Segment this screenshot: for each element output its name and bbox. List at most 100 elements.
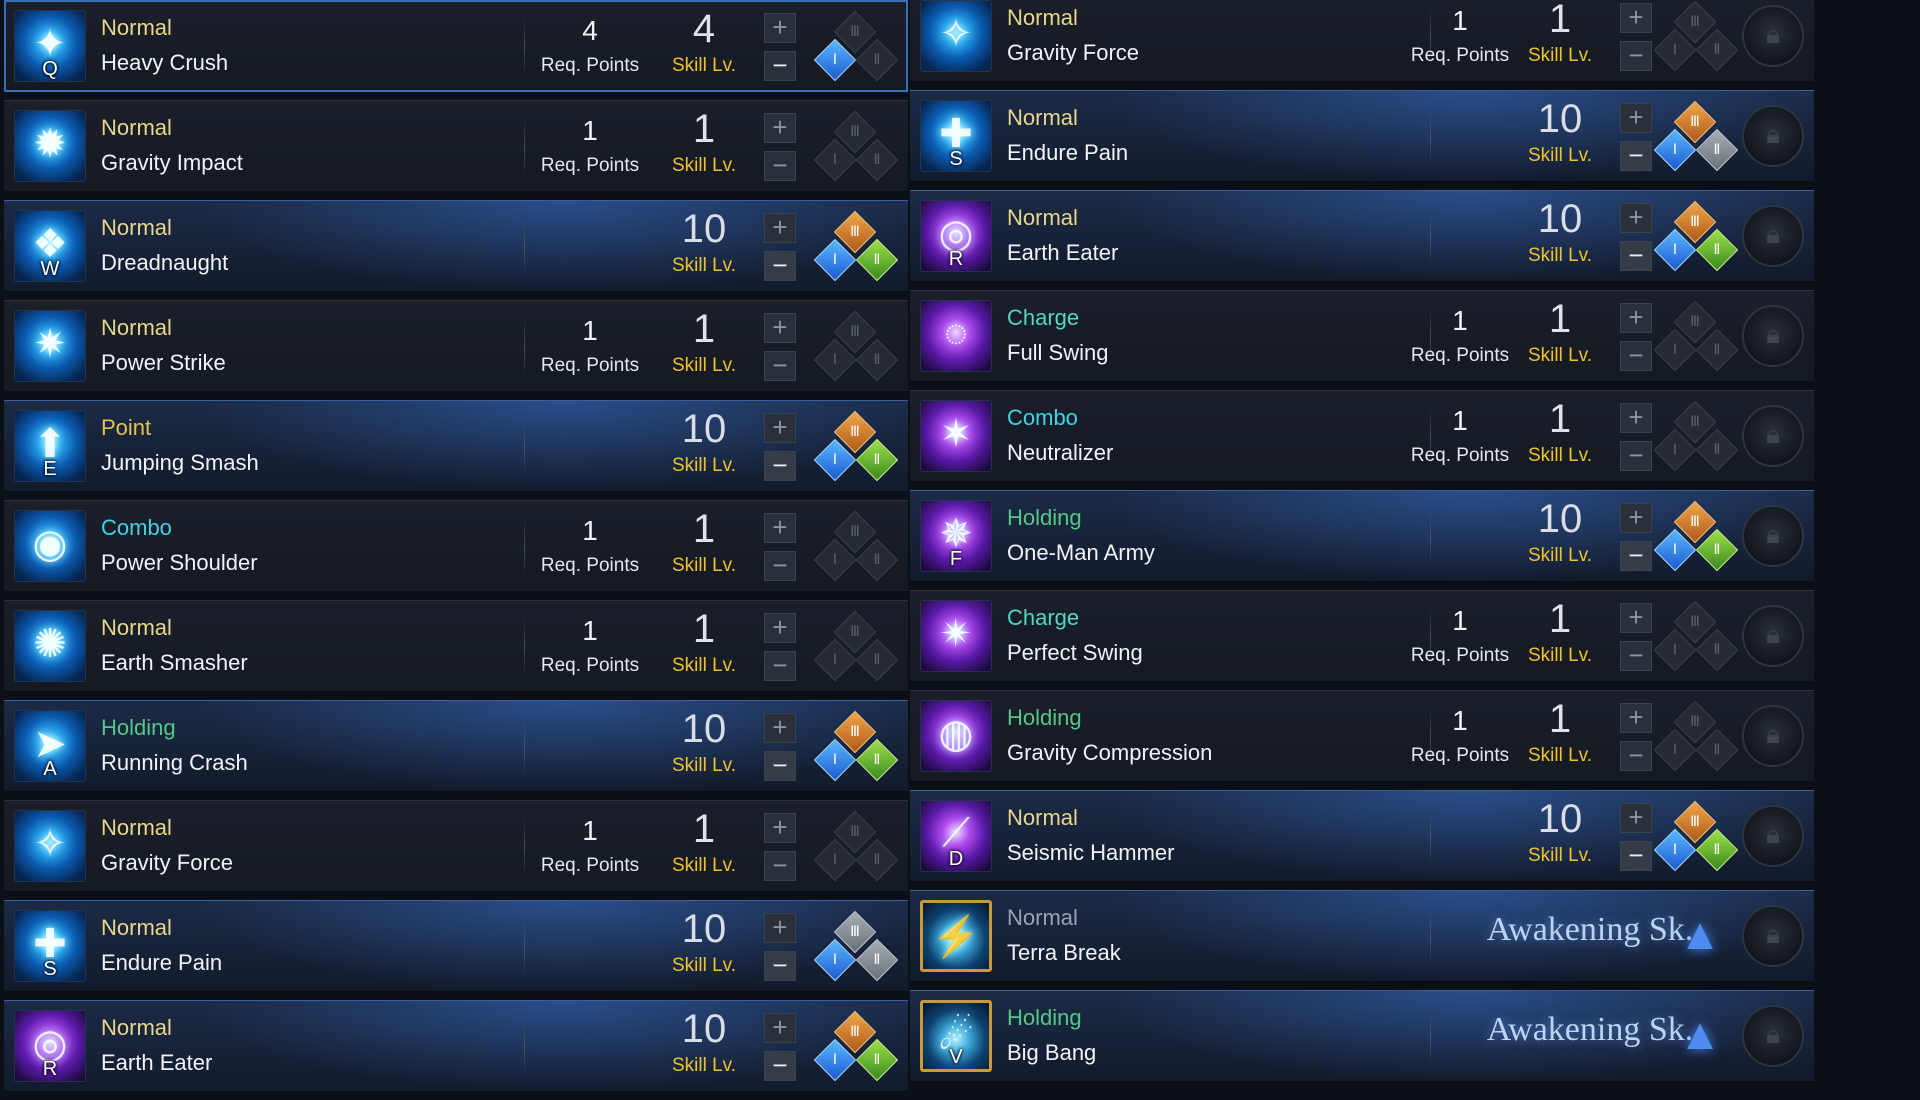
level-down-button[interactable]: −	[764, 351, 796, 381]
skill-row[interactable]: ⬆ E Point Jumping Smash 10 Skill Lv. + − …	[4, 400, 908, 492]
level-down-button[interactable]: −	[764, 651, 796, 681]
level-down-button[interactable]: −	[764, 451, 796, 481]
tripod-slots[interactable]: Ⅲ Ⅰ Ⅱ	[1650, 0, 1740, 75]
skill-row[interactable]: ➤ A Holding Running Crash 10 Skill Lv. + …	[4, 700, 908, 792]
tripod-tier2-icon[interactable]: Ⅱ	[1695, 428, 1739, 472]
level-up-button[interactable]: +	[1620, 403, 1652, 433]
level-down-button[interactable]: −	[764, 751, 796, 781]
tripod-slots[interactable]: Ⅲ Ⅰ Ⅱ	[810, 810, 900, 885]
level-down-button[interactable]: −	[1620, 241, 1652, 271]
level-down-button[interactable]: −	[764, 151, 796, 181]
level-down-button[interactable]: −	[1620, 541, 1652, 571]
level-up-button[interactable]: +	[764, 713, 796, 743]
tripod-tier2-icon[interactable]: Ⅱ	[855, 738, 899, 782]
level-up-button[interactable]: +	[764, 1013, 796, 1043]
level-up-button[interactable]: +	[764, 613, 796, 643]
level-down-button[interactable]: −	[1620, 41, 1652, 71]
level-up-button[interactable]: +	[1620, 103, 1652, 133]
level-up-button[interactable]: +	[764, 113, 796, 143]
skill-row[interactable]: ⟋ D Normal Seismic Hammer 10 Skill Lv. + …	[910, 790, 1814, 882]
tripod-slots[interactable]: Ⅲ Ⅰ Ⅱ	[810, 510, 900, 585]
level-up-button[interactable]: +	[764, 813, 796, 843]
level-up-button[interactable]: +	[1620, 603, 1652, 633]
tripod-tier2-icon[interactable]: Ⅱ	[855, 138, 899, 182]
skill-row[interactable]: ✷ Normal Power Strike 1 Req. Points 1 Sk…	[4, 300, 908, 392]
tripod-slots[interactable]: Ⅲ Ⅰ Ⅱ	[810, 110, 900, 185]
tripod-tier2-icon[interactable]: Ⅱ	[855, 438, 899, 482]
level-up-button[interactable]: +	[1620, 3, 1652, 33]
skill-row[interactable]: ◎ R Normal Earth Eater 10 Skill Lv. + − Ⅲ…	[4, 1000, 908, 1092]
skill-row-awakening[interactable]: ⚡ Normal Terra Break Awakening Sk. ▲ 🔒︎	[910, 890, 1814, 982]
tripod-slots[interactable]: Ⅲ Ⅰ Ⅱ	[1650, 800, 1740, 875]
level-down-button[interactable]: −	[764, 551, 796, 581]
tripod-tier2-icon[interactable]: Ⅱ	[1695, 228, 1739, 272]
tripod-slots[interactable]: Ⅲ Ⅰ Ⅱ	[810, 310, 900, 385]
tripod-tier2-icon[interactable]: Ⅱ	[1695, 728, 1739, 772]
level-down-button[interactable]: −	[1620, 341, 1652, 371]
level-up-button[interactable]: +	[764, 913, 796, 943]
tripod-slots[interactable]: Ⅲ Ⅰ Ⅱ	[810, 610, 900, 685]
skill-row[interactable]: ✵ F Holding One-Man Army 10 Skill Lv. + −…	[910, 490, 1814, 582]
level-up-button[interactable]: +	[1620, 303, 1652, 333]
tripod-tier2-icon[interactable]: Ⅱ	[1695, 828, 1739, 872]
skill-row[interactable]: ❖ W Normal Dreadnaught 10 Skill Lv. + − Ⅲ…	[4, 200, 908, 292]
tripod-tier2-icon[interactable]: Ⅱ	[1695, 128, 1739, 172]
skill-row-awakening[interactable]: ☄ V Holding Big Bang Awakening Sk. ▲ 🔒︎	[910, 990, 1814, 1082]
tripod-tier2-icon[interactable]: Ⅱ	[1695, 528, 1739, 572]
level-down-button[interactable]: −	[764, 951, 796, 981]
tripod-tier2-icon[interactable]: Ⅱ	[1695, 28, 1739, 72]
tripod-slots[interactable]: Ⅲ Ⅰ Ⅱ	[810, 210, 900, 285]
level-down-button[interactable]: −	[1620, 841, 1652, 871]
skill-row[interactable]: ✴ Charge Perfect Swing 1 Req. Points 1 S…	[910, 590, 1814, 682]
tripod-tier2-icon[interactable]: Ⅱ	[855, 838, 899, 882]
level-up-button[interactable]: +	[1620, 803, 1652, 833]
skill-row[interactable]: ◉ Combo Power Shoulder 1 Req. Points 1 S…	[4, 500, 908, 592]
tripod-tier2-icon[interactable]: Ⅱ	[855, 638, 899, 682]
level-down-button[interactable]: −	[764, 251, 796, 281]
tripod-tier2-icon[interactable]: Ⅱ	[1695, 628, 1739, 672]
skill-row[interactable]: ✶ Combo Neutralizer 1 Req. Points 1 Skil…	[910, 390, 1814, 482]
level-down-button[interactable]: −	[764, 851, 796, 881]
tripod-tier2-icon[interactable]: Ⅱ	[855, 38, 899, 82]
level-up-button[interactable]: +	[764, 413, 796, 443]
tripod-slots[interactable]: Ⅲ Ⅰ Ⅱ	[1650, 100, 1740, 175]
skill-row[interactable]: ✦ Q Normal Heavy Crush 4 Req. Points 4 Sk…	[4, 0, 908, 92]
level-down-button[interactable]: −	[764, 51, 796, 81]
tripod-slots[interactable]: Ⅲ Ⅰ Ⅱ	[810, 710, 900, 785]
level-up-button[interactable]: +	[764, 13, 796, 43]
tripod-slots[interactable]: Ⅲ Ⅰ Ⅱ	[1650, 200, 1740, 275]
skill-row[interactable]: ✚ S Normal Endure Pain 10 Skill Lv. + − Ⅲ…	[4, 900, 908, 992]
level-down-button[interactable]: −	[764, 1051, 796, 1081]
level-up-button[interactable]: +	[764, 513, 796, 543]
tripod-tier2-icon[interactable]: Ⅱ	[855, 1038, 899, 1082]
tripod-tier2-icon[interactable]: Ⅱ	[855, 538, 899, 582]
level-down-button[interactable]: −	[1620, 641, 1652, 671]
tripod-slots[interactable]: Ⅲ Ⅰ Ⅱ	[1650, 300, 1740, 375]
tripod-slots[interactable]: Ⅲ Ⅰ Ⅱ	[810, 1010, 900, 1085]
skill-row[interactable]: ✹ Normal Gravity Impact 1 Req. Points 1 …	[4, 100, 908, 192]
skill-row[interactable]: ✚ S Normal Endure Pain 10 Skill Lv. + − Ⅲ…	[910, 90, 1814, 182]
tripod-slots[interactable]: Ⅲ Ⅰ Ⅱ	[1650, 400, 1740, 475]
level-up-button[interactable]: +	[1620, 203, 1652, 233]
tripod-slots[interactable]: Ⅲ Ⅰ Ⅱ	[810, 10, 900, 85]
tripod-slots[interactable]: Ⅲ Ⅰ Ⅱ	[1650, 700, 1740, 775]
tripod-slots[interactable]: Ⅲ Ⅰ Ⅱ	[1650, 600, 1740, 675]
tripod-tier2-icon[interactable]: Ⅱ	[1695, 328, 1739, 372]
level-up-button[interactable]: +	[1620, 703, 1652, 733]
tripod-tier2-icon[interactable]: Ⅱ	[855, 238, 899, 282]
level-up-button[interactable]: +	[764, 313, 796, 343]
level-down-button[interactable]: −	[1620, 141, 1652, 171]
level-up-button[interactable]: +	[764, 213, 796, 243]
tripod-slots[interactable]: Ⅲ Ⅰ Ⅱ	[1650, 500, 1740, 575]
skill-row[interactable]: ◌ Charge Full Swing 1 Req. Points 1 Skil…	[910, 290, 1814, 382]
skill-row[interactable]: ✧ Normal Gravity Force 1 Req. Points 1 S…	[910, 0, 1814, 82]
skill-row[interactable]: ◎ R Normal Earth Eater 10 Skill Lv. + − Ⅲ…	[910, 190, 1814, 282]
skill-row[interactable]: ◍ Holding Gravity Compression 1 Req. Poi…	[910, 690, 1814, 782]
tripod-tier2-icon[interactable]: Ⅱ	[855, 938, 899, 982]
level-up-button[interactable]: +	[1620, 503, 1652, 533]
tripod-tier2-icon[interactable]: Ⅱ	[855, 338, 899, 382]
skill-row[interactable]: ✺ Normal Earth Smasher 1 Req. Points 1 S…	[4, 600, 908, 692]
level-down-button[interactable]: −	[1620, 741, 1652, 771]
level-down-button[interactable]: −	[1620, 441, 1652, 471]
skill-row[interactable]: ✧ Normal Gravity Force 1 Req. Points 1 S…	[4, 800, 908, 892]
